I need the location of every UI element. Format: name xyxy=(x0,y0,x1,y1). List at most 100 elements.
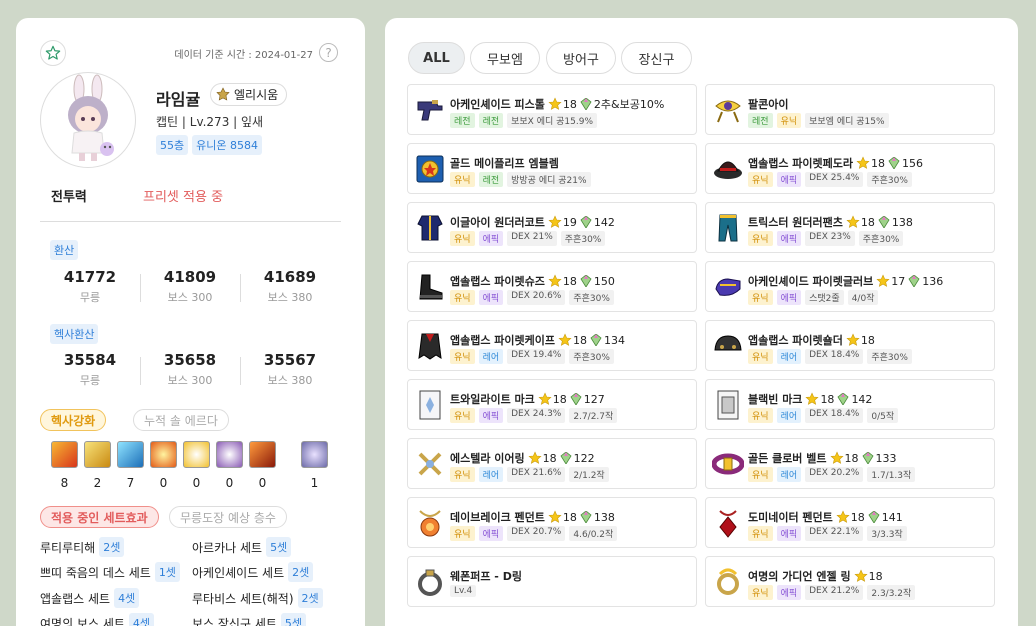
ring-icon xyxy=(414,566,446,598)
equipment-item-card[interactable]: 웨폰퍼프 - D링 Lv.4 xyxy=(407,556,697,607)
item-tag: 1.7/1.3작 xyxy=(867,467,916,482)
star-force-icon xyxy=(548,274,562,287)
equipment-item-card[interactable]: 데이브레이크 펜던트 18 138 유닉 에픽 DEX 20.7% 4.6/0.2작 xyxy=(407,497,697,548)
item-tag: 주흔30% xyxy=(867,172,912,187)
item-title: 에스텔라 이어링 xyxy=(450,452,525,465)
union-level-badge: 유니온 8584 xyxy=(192,135,262,155)
tab-weapon-sub-emblem[interactable]: 무보엠 xyxy=(470,42,540,74)
item-tags: 유닉 레어 DEX 18.4% 주흔30% xyxy=(748,349,912,364)
item-title: 앱솔랩스 파이렛슈즈 xyxy=(450,275,545,288)
help-icon[interactable]: ? xyxy=(319,43,338,62)
item-tags: 레전 유닉 보보엠 에디 공15% xyxy=(748,113,889,128)
item-title: 팔콘아이 xyxy=(748,98,789,111)
equipment-item-card[interactable]: 골드 메이플리프 엠블렘 유닉 레전 방방공 에디 공21% xyxy=(407,143,697,194)
star-force-icon xyxy=(836,510,850,523)
equipment-item-card[interactable]: 여명의 가디언 엔젤 링 18 유닉 에픽 DEX 21.2% 2.3/3.2작 xyxy=(705,556,995,607)
item-tag: 레전 xyxy=(450,113,475,128)
star-force: 17 xyxy=(876,274,905,288)
item-name: 데이브레이크 펜던트 18 138 xyxy=(450,509,615,525)
hexa-stat-icon[interactable] xyxy=(301,441,328,468)
preset-status[interactable]: 프리셋 적용 중 xyxy=(143,186,223,205)
hexa-level: 1 xyxy=(310,476,319,490)
hexa-skill-icon[interactable] xyxy=(150,441,177,468)
set-effect-toggle[interactable]: 적용 중인 세트효과 xyxy=(40,506,159,528)
tab-accessory[interactable]: 장신구 xyxy=(621,42,692,74)
equipment-item-card[interactable]: 도미네이터 펜던트 18 141 유닉 에픽 DEX 22.1% 3/3.3작 xyxy=(705,497,995,548)
item-tag: 보보엠 에디 공15% xyxy=(805,113,889,128)
mureung-predict-toggle[interactable]: 무릉도장 예상 층수 xyxy=(169,506,287,528)
star-force-value: 17 xyxy=(891,274,906,288)
item-tag: DEX 20.6% xyxy=(507,290,566,305)
equipment-item-card[interactable]: 팔콘아이레전 유닉 보보엠 에디 공15% xyxy=(705,84,995,135)
pendant-icon xyxy=(414,507,446,539)
favorite-button[interactable] xyxy=(40,40,66,66)
potential-value: 134 xyxy=(604,333,626,347)
divider xyxy=(40,221,341,222)
item-tag: DEX 22.1% xyxy=(805,526,864,541)
set-name: 루타비스 세트(해적) xyxy=(192,591,294,606)
stat-value: 35567 xyxy=(263,351,317,369)
guild-badge[interactable]: 엘리시움 xyxy=(210,83,288,106)
set-count: 2셋 xyxy=(99,537,125,557)
star-force-value: 18 xyxy=(573,333,588,347)
equipment-item-card[interactable]: 이글아이 원더러코트 19 142 유닉 에픽 DEX 21% 주흔30% xyxy=(407,202,697,253)
item-tag: Lv.4 xyxy=(450,585,477,597)
equipment-item-card[interactable]: 골든 클로버 벨트 18 133 유닉 레어 DEX 20.2% 1.7/1.3작 xyxy=(705,438,995,489)
potential-value: 156 xyxy=(902,156,924,170)
equipment-item-card[interactable]: 트와일라이트 마크 18 127 유닉 에픽 DEX 24.3% 2.7/2.7작 xyxy=(407,379,697,430)
equipment-item-card[interactable]: 앱솔랩스 파이렛숄더 18 유닉 레어 DEX 18.4% 주흔30% xyxy=(705,320,995,371)
hexa-skill-icon[interactable] xyxy=(183,441,210,468)
item-tag: 2.7/2.7작 xyxy=(569,408,618,423)
equipment-item-card[interactable]: 트릭스터 원더러팬츠 18 138 유닉 에픽 DEX 23% 주흔30% xyxy=(705,202,995,253)
hexa-skill-icon[interactable] xyxy=(249,441,276,468)
equipment-item-card[interactable]: 앱솔랩스 파이렛페도라 18 156 유닉 에픽 DEX 25.4% 주흔30% xyxy=(705,143,995,194)
star-force-value: 18 xyxy=(850,510,865,524)
equipment-item-card[interactable]: 앱솔랩스 파이렛케이프 18 134 유닉 레어 DEX 19.4% 주흔30% xyxy=(407,320,697,371)
hexa-level: 0 xyxy=(159,476,168,490)
star-force-icon xyxy=(805,392,819,405)
glove-icon xyxy=(712,271,744,303)
tab-armor[interactable]: 방어구 xyxy=(546,42,616,74)
equipment-item-card[interactable]: 앱솔랩스 파이렛슈즈 18 150 유닉 에픽 DEX 20.6% 주흔30% xyxy=(407,261,697,312)
tab-all[interactable]: ALL xyxy=(408,42,465,74)
equipment-item-card[interactable]: 아케인셰이드 피스톨 18 2추&보공10% 레전 레전 보보X 에디 공15.9% xyxy=(407,84,697,135)
emblem-icon xyxy=(414,153,446,185)
potential: 2추&보공10% xyxy=(580,96,664,112)
stat-label: 보스 380 xyxy=(267,374,313,387)
item-tag: 에픽 xyxy=(478,231,504,246)
potential-gem-icon xyxy=(837,393,849,405)
hexa-skill-icon[interactable] xyxy=(117,441,144,468)
item-tag: 에픽 xyxy=(776,526,802,541)
item-title: 이글아이 원더러코트 xyxy=(450,216,545,229)
item-name: 앱솔랩스 파이렛페도라 18 156 xyxy=(748,155,923,171)
hexa-enhance-toggle[interactable]: 헥사강화 xyxy=(40,409,107,431)
eye-icon xyxy=(712,94,744,126)
shoes-icon xyxy=(414,271,446,303)
item-name: 에스텔라 이어링 18 122 xyxy=(450,450,595,466)
mark-icon xyxy=(414,389,446,421)
set-effect-item: 쁘띠 죽음의 데스 세트 1셋 xyxy=(40,562,180,582)
potential: 134 xyxy=(590,334,625,347)
item-tag: DEX 21.6% xyxy=(507,467,566,482)
item-tag: 유닉 xyxy=(450,467,475,482)
item-tag: 유닉 xyxy=(748,290,773,305)
item-tag: 주흔30% xyxy=(560,231,606,246)
item-tag: 에픽 xyxy=(478,290,504,305)
equipment-item-card[interactable]: 블랙빈 마크 18 142 유닉 레어 DEX 18.4% 0/5작 xyxy=(705,379,995,430)
star-force-value: 18 xyxy=(820,392,835,406)
star-force-icon xyxy=(846,215,860,228)
potential-value: 142 xyxy=(851,392,873,406)
equipment-item-card[interactable]: 에스텔라 이어링 18 122 유닉 레어 DEX 21.6% 2/1.2작 xyxy=(407,438,697,489)
hexa-skill-icon[interactable] xyxy=(51,441,78,468)
star-force: 18 xyxy=(805,392,834,406)
stat-cell: 35658 보스 300 xyxy=(140,351,240,388)
guild-name: 엘리시움 xyxy=(234,88,279,102)
star-force-value: 18 xyxy=(868,569,883,583)
item-tag: DEX 18.4% xyxy=(805,349,864,364)
equipment-item-card[interactable]: 아케인셰이드 파이렛글러브 17 136 유닉 에픽 스탯2줄 4/0작 xyxy=(705,261,995,312)
hexa-skill-icon[interactable] xyxy=(216,441,243,468)
cape-icon xyxy=(414,330,446,362)
sol-erda-toggle[interactable]: 누적 솔 에르다 xyxy=(133,409,229,431)
hexa-skill-icon[interactable] xyxy=(84,441,111,468)
star-force: 18 xyxy=(548,97,577,111)
